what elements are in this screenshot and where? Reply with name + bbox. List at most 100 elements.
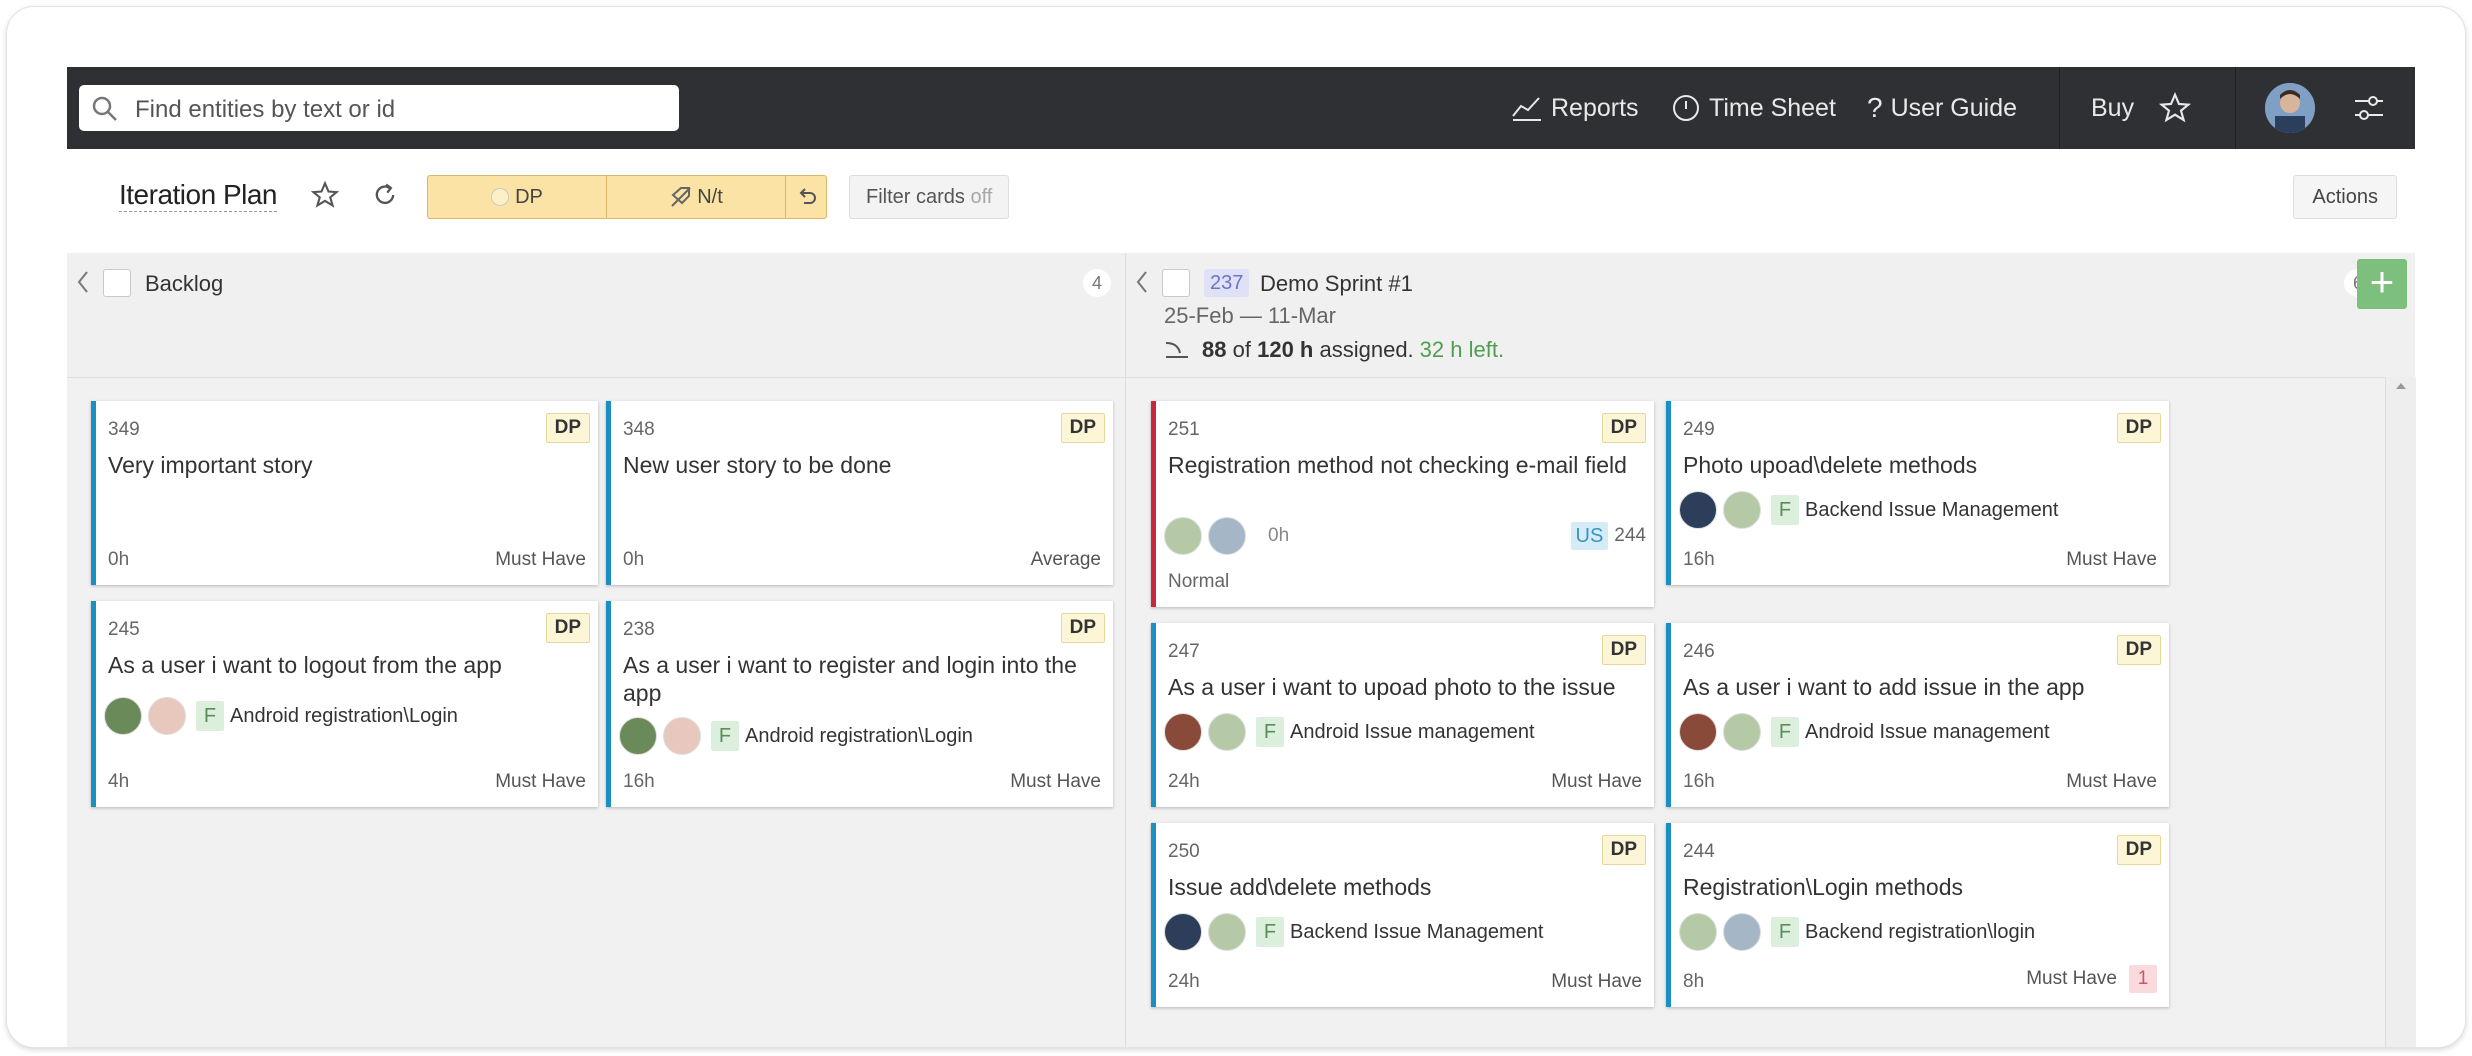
card[interactable]: 349 DP Very important story 0h Must Have (91, 401, 598, 585)
chevron-left-icon[interactable] (75, 269, 91, 295)
backlog-title: Backlog (145, 271, 224, 296)
project-badge: DP (2116, 635, 2161, 665)
card[interactable]: 246 DP As a user i want to add issue in … (1666, 623, 2169, 807)
card-id: 349 (108, 419, 140, 440)
card-priority: Must Have (2066, 771, 2157, 792)
board: Backlog 4 237 Demo Sprint #1 6 25-Feb — … (67, 253, 2416, 1047)
avatar[interactable] (1723, 491, 1761, 529)
card-id: 245 (108, 619, 140, 640)
avatar[interactable] (1164, 713, 1202, 751)
card-priority-row: Must Have 1 (2026, 965, 2157, 993)
feature-name[interactable]: Android Issue management (1805, 721, 2050, 744)
project-badge: DP (545, 613, 590, 643)
project-badge: DP (1601, 635, 1646, 665)
sprint-id-badge[interactable]: 237 (1204, 269, 1250, 297)
sprint-capacity: 88 of 120 h assigned. 32 h left. (1164, 337, 1504, 363)
nav-separator (2059, 67, 2060, 149)
card-title: Photo upoad\delete methods (1683, 452, 1978, 478)
refresh-icon[interactable] (371, 181, 399, 209)
avatar[interactable] (1679, 913, 1717, 951)
filter-state: off (970, 186, 993, 208)
avatar[interactable] (1679, 491, 1717, 529)
undo-segment[interactable] (786, 176, 826, 218)
feature-name[interactable]: Android registration\Login (745, 725, 973, 748)
scrollbar[interactable] (2385, 377, 2416, 1047)
star-icon[interactable] (311, 181, 339, 209)
timesheet-label: Time Sheet (1709, 93, 1836, 122)
filter-cards-button[interactable]: Filter cards off (849, 175, 1010, 219)
card[interactable]: 247 DP As a user i want to upoad photo t… (1151, 623, 1654, 807)
card-effort: 8h (1683, 971, 1705, 992)
chevron-left-icon[interactable] (1134, 269, 1150, 295)
sprint-select-checkbox[interactable] (1162, 269, 1190, 297)
user-guide-link[interactable]: ? User Guide (1867, 67, 2017, 149)
settings-button[interactable] (2351, 67, 2395, 149)
card[interactable]: 245 DP As a user i want to logout from t… (91, 601, 598, 807)
card[interactable]: 249 DP Photo upoad\delete methods F Back… (1666, 401, 2169, 585)
nav-separator (2235, 67, 2236, 149)
feature-name[interactable]: Backend Issue Management (1805, 499, 2059, 522)
hours-left: 32 h left. (1419, 337, 1505, 362)
sprint-title[interactable]: Demo Sprint #1 (1260, 271, 1413, 297)
feature-tag: F (1256, 917, 1284, 947)
avatar[interactable] (1164, 913, 1202, 951)
circle-icon (491, 188, 510, 206)
search-placeholder: Find entities by text or id (135, 96, 396, 123)
chevron-up-icon[interactable] (2386, 377, 2416, 397)
card-meta: F Backend Issue Management (1164, 913, 1544, 951)
card-meta: F Android Issue management (1679, 713, 2050, 751)
nt-segment[interactable]: N/t (607, 176, 786, 218)
dp-segment[interactable]: DP (428, 176, 607, 218)
avatar[interactable] (1164, 517, 1202, 555)
feature-name[interactable]: Backend registration\login (1805, 921, 2035, 944)
add-card-button[interactable]: + (2357, 259, 2407, 309)
user-avatar[interactable] (2265, 83, 2315, 133)
card-id: 238 (623, 619, 655, 640)
project-badge: DP (1060, 413, 1105, 443)
page-title[interactable]: Iteration Plan (119, 179, 278, 212)
avatar[interactable] (1208, 713, 1246, 751)
feature-name[interactable]: Android Issue management (1290, 721, 1535, 744)
card-title: As a user i want to add issue in the app (1683, 674, 2085, 700)
chart-line-icon (1512, 97, 1541, 121)
user-story-id[interactable]: 244 (1614, 525, 1646, 547)
avatar[interactable] (1723, 913, 1761, 951)
buy-label: Buy (2091, 93, 2135, 122)
project-badge: DP (1601, 413, 1646, 443)
search-input[interactable]: Find entities by text or id (79, 85, 679, 131)
user-story-badge: US (1570, 522, 1609, 550)
backlog-column-header: Backlog 4 (67, 253, 1125, 378)
card-effort: 16h (623, 771, 655, 792)
card-id: 246 (1683, 641, 1715, 662)
card-meta: F Backend Issue Management (1679, 491, 2059, 529)
sprint-column-header: 237 Demo Sprint #1 6 25-Feb — 11-Mar 88 … (1126, 253, 2415, 378)
avatar[interactable] (663, 717, 701, 755)
card-title: New user story to be done (623, 452, 892, 478)
feature-name[interactable]: Android registration\Login (230, 705, 458, 728)
avatar[interactable] (1723, 713, 1761, 751)
feature-name[interactable]: Backend Issue Management (1290, 921, 1544, 944)
card[interactable]: 348 DP New user story to be done 0h Aver… (606, 401, 1113, 585)
avatar[interactable] (619, 717, 657, 755)
avatar[interactable] (1208, 913, 1246, 951)
avatar[interactable] (148, 697, 186, 735)
avatar[interactable] (1679, 713, 1717, 751)
actions-button[interactable]: Actions (2293, 175, 2397, 219)
card[interactable]: 251 DP Registration method not checking … (1151, 401, 1654, 607)
feature-tag: F (1771, 717, 1799, 747)
card[interactable]: 244 DP Registration\Login methods F Back… (1666, 823, 2169, 1007)
bug-count-badge[interactable]: 1 (2129, 965, 2157, 993)
reports-link[interactable]: Reports (1511, 67, 1639, 149)
user-guide-label: User Guide (1890, 93, 2018, 122)
timesheet-link[interactable]: Time Sheet (1671, 67, 1836, 149)
backlog-select-checkbox[interactable] (103, 269, 131, 297)
card-title: Very important story (108, 452, 313, 478)
favorites-button[interactable] (2159, 67, 2199, 149)
avatar[interactable] (104, 697, 142, 735)
buy-link[interactable]: Buy (2091, 67, 2134, 149)
card-priority: Must Have (1010, 771, 1101, 792)
card-title: Registration method not checking e-mail … (1168, 452, 1627, 478)
avatar[interactable] (1208, 517, 1246, 555)
card[interactable]: 250 DP Issue add\delete methods F Backen… (1151, 823, 1654, 1007)
card[interactable]: 238 DP As a user i want to register and … (606, 601, 1113, 807)
